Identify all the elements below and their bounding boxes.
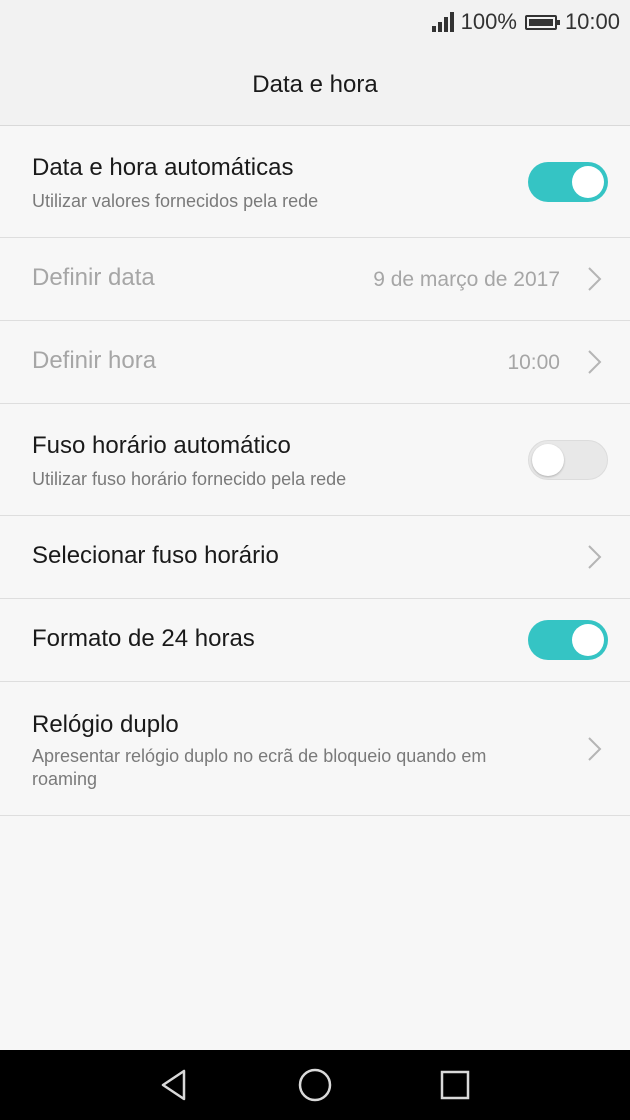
setting-title: Fuso horário automático <box>32 432 291 459</box>
chevron-right-icon <box>588 737 602 761</box>
setting-set-date[interactable]: Definir data 9 de março de 2017 <box>0 238 630 321</box>
setting-title: Relógio duplo <box>32 711 179 738</box>
setting-subtitle: Utilizar valores fornecidos pela rede <box>32 191 319 211</box>
status-bar: 100% 10:00 <box>0 0 630 44</box>
setting-subtitle: Utilizar fuso horário fornecido pela red… <box>32 469 347 489</box>
setting-24-hour-format[interactable]: Formato de 24 horas <box>0 599 630 682</box>
status-time: 10:00 <box>564 9 620 34</box>
setting-title: Definir data <box>32 264 155 291</box>
toggle-knob <box>572 166 604 198</box>
setting-title: Selecionar fuso horário <box>32 542 279 569</box>
setting-dual-clock[interactable]: Relógio duplo Apresentar relógio duplo n… <box>0 682 630 816</box>
app-header: Data e hora <box>0 44 630 126</box>
setting-select-timezone[interactable]: Selecionar fuso horário <box>0 516 630 599</box>
chevron-right-icon <box>588 545 602 569</box>
page-title: Data e hora <box>252 70 378 98</box>
auto-date-time-toggle[interactable] <box>528 162 608 202</box>
settings-list: Data e hora automáticas Utilizar valores… <box>0 126 630 816</box>
back-icon[interactable] <box>157 1067 193 1103</box>
chevron-right-icon <box>588 350 602 374</box>
setting-auto-date-time[interactable]: Data e hora automáticas Utilizar valores… <box>0 126 630 238</box>
toggle-knob <box>532 444 564 476</box>
setting-title: Data e hora automáticas <box>32 154 294 181</box>
setting-value: 10:00 <box>507 351 560 374</box>
home-icon[interactable] <box>297 1067 333 1103</box>
toggle-knob <box>572 624 604 656</box>
setting-title: Definir hora <box>32 347 157 374</box>
recents-icon[interactable] <box>437 1067 473 1103</box>
battery-icon <box>524 14 560 30</box>
chevron-right-icon <box>588 267 602 291</box>
setting-subtitle: Apresentar relógio duplo no ecrã de bloq… <box>32 746 487 789</box>
auto-timezone-toggle[interactable] <box>528 440 608 480</box>
signal-icon <box>431 12 456 32</box>
status-indicators: 100% 10:00 <box>431 8 620 36</box>
battery-percent: 100% <box>460 9 517 34</box>
setting-set-time[interactable]: Definir hora 10:00 <box>0 321 630 404</box>
setting-title: Formato de 24 horas <box>32 625 255 652</box>
setting-auto-timezone[interactable]: Fuso horário automático Utilizar fuso ho… <box>0 404 630 516</box>
navigation-bar <box>0 1050 630 1120</box>
24-hour-format-toggle[interactable] <box>528 620 608 660</box>
setting-value: 9 de março de 2017 <box>373 268 560 291</box>
